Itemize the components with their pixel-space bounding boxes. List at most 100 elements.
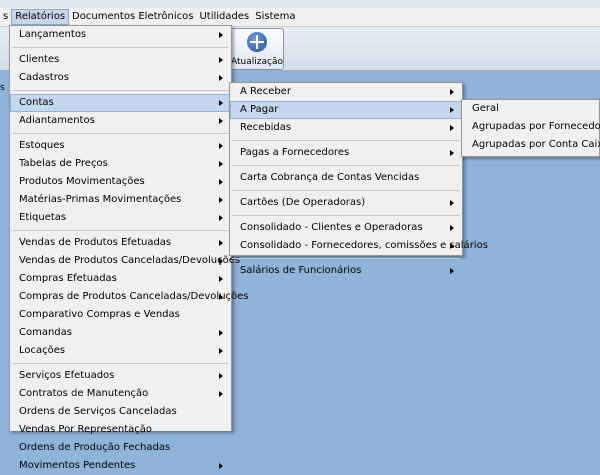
menu-item-label: A Pagar: [240, 104, 279, 115]
menu-item-compras-efetuadas[interactable]: Compras Efetuadas: [10, 270, 231, 288]
menu-item-label: Etiquetas: [19, 212, 67, 223]
menu-item-sistema[interactable]: Sistema: [252, 9, 298, 25]
contas-submenu: A Receber A Pagar Recebidas Pagas a Forn…: [229, 82, 488, 276]
menu-separator: [12, 133, 229, 134]
menu-item-label: Estoques: [19, 140, 65, 151]
update-button[interactable]: Atualização: [230, 28, 284, 70]
menu-item-label: Comandas: [19, 327, 72, 338]
submenu-arrow-icon: [450, 107, 454, 113]
menu-separator: [12, 363, 229, 364]
menu-item-agrupadas-fornecedor[interactable]: Agrupadas por Fornecedor: [462, 118, 600, 136]
menu-item-ordens-producao-fechadas[interactable]: Ordens de Produção Fechadas: [10, 439, 231, 457]
menu-item-contas[interactable]: Contas: [10, 94, 231, 112]
menu-item-label: A Receber: [240, 86, 291, 97]
menu-item-label: Adiantamentos: [19, 115, 95, 126]
menu-item-label: Ordens de Produção Fechadas: [19, 442, 171, 453]
menu-item-materias-primas-movimentacoes[interactable]: Matérias-Primas Movimentações: [10, 191, 231, 209]
menu-item-consolidado-clientes[interactable]: Consolidado - Clientes e Operadoras: [230, 219, 462, 237]
submenu-arrow-icon: [219, 100, 223, 106]
menu-separator: [232, 258, 460, 259]
menu-item-label: Salários de Funcionários: [240, 265, 362, 276]
menu-item-estoques[interactable]: Estoques: [10, 137, 231, 155]
menu-item-label: Agrupadas por Conta Caixa: [472, 139, 600, 150]
menu-item-clientes[interactable]: Clientes: [10, 51, 231, 69]
title-strip: [0, 0, 600, 8]
menu-item-label: Clientes: [19, 54, 60, 65]
menu-item-label: Compras Efetuadas: [19, 273, 117, 284]
menu-item-label: Tabelas de Preços: [19, 158, 108, 169]
submenu-arrow-icon: [450, 125, 454, 131]
submenu-arrow-icon: [219, 75, 223, 81]
menu-item-label: Locações: [19, 345, 66, 356]
submenu-arrow-icon: [219, 276, 223, 282]
menu-item-a-receber[interactable]: A Receber: [230, 83, 462, 101]
menu-item-label: Compras de Produtos Canceladas/Devoluçõe…: [19, 291, 249, 302]
menu-item-label: Cartões (De Operadoras): [240, 197, 366, 208]
submenu-arrow-icon: [219, 348, 223, 354]
menu-item-carta-cobranca[interactable]: Carta Cobrança de Contas Vencidas: [230, 169, 462, 187]
menu-item-partial[interactable]: s: [0, 9, 11, 25]
menu-item-cadastros[interactable]: Cadastros: [10, 69, 231, 87]
menu-item-label: Recebidas: [240, 122, 292, 133]
menu-item-agrupadas-conta-caixa[interactable]: Agrupadas por Conta Caixa: [462, 136, 600, 154]
menu-item-label: Serviços Efetuados: [19, 370, 115, 381]
submenu-arrow-icon: [219, 463, 223, 469]
menu-item-vendas-por-representacao[interactable]: Vendas Por Representação: [10, 421, 231, 439]
menu-item-comparativo[interactable]: Comparativo Compras e Vendas: [10, 306, 231, 324]
menu-item-utilidades[interactable]: Utilidades: [196, 9, 252, 25]
menu-item-cartoes[interactable]: Cartões (De Operadoras): [230, 194, 462, 212]
menu-separator: [12, 47, 229, 48]
update-icon: [247, 32, 267, 52]
menu-item-comandas[interactable]: Comandas: [10, 324, 231, 342]
submenu-arrow-icon: [219, 330, 223, 336]
menu-item-recebidas[interactable]: Recebidas: [230, 119, 462, 137]
menu-item-label: Lançamentos: [19, 29, 87, 40]
menu-item-adiantamentos[interactable]: Adiantamentos: [10, 112, 231, 130]
menu-item-pagas-fornecedores[interactable]: Pagas a Fornecedores: [230, 144, 462, 162]
menu-item-label: Consolidado - Clientes e Operadoras: [240, 222, 423, 233]
menu-item-label: Vendas de Produtos Efetuadas: [19, 237, 172, 248]
submenu-arrow-icon: [219, 373, 223, 379]
submenu-arrow-icon: [450, 225, 454, 231]
menu-item-a-pagar[interactable]: A Pagar: [230, 101, 462, 119]
submenu-arrow-icon: [450, 200, 454, 206]
menu-item-label: Contas: [19, 97, 54, 108]
menu-item-movimentos-pendentes[interactable]: Movimentos Pendentes: [10, 457, 231, 475]
menu-item-salarios[interactable]: Salários de Funcionários: [230, 262, 462, 280]
menu-item-locacoes[interactable]: Locações: [10, 342, 231, 360]
menu-item-servicos-efetuados[interactable]: Serviços Efetuados: [10, 367, 231, 385]
menu-item-relatorios[interactable]: Relatórios: [11, 9, 70, 25]
menu-item-tabelas-de-precos[interactable]: Tabelas de Preços: [10, 155, 231, 173]
submenu-arrow-icon: [219, 161, 223, 167]
submenu-arrow-icon: [219, 179, 223, 185]
submenu-arrow-icon: [219, 294, 223, 300]
menu-item-ordens-servicos-canceladas[interactable]: Ordens de Serviços Canceladas: [10, 403, 231, 421]
submenu-arrow-icon: [219, 258, 223, 264]
menu-separator: [232, 140, 460, 141]
menu-item-label: Agrupadas por Fornecedor: [472, 121, 600, 132]
menu-item-label: Geral: [472, 103, 499, 114]
menu-item-etiquetas[interactable]: Etiquetas: [10, 209, 231, 227]
toolbar-partial-label: s: [0, 83, 5, 93]
menu-item-produtos-movimentacoes[interactable]: Produtos Movimentações: [10, 173, 231, 191]
menu-item-contratos-manutencao[interactable]: Contratos de Manutenção: [10, 385, 231, 403]
menu-item-lancamentos[interactable]: Lançamentos: [10, 26, 231, 44]
submenu-arrow-icon: [450, 243, 454, 249]
submenu-arrow-icon: [219, 118, 223, 124]
menu-item-label: Contratos de Manutenção: [19, 388, 149, 399]
submenu-arrow-icon: [450, 150, 454, 156]
menu-item-label: Produtos Movimentações: [19, 176, 145, 187]
reports-menu: Lançamentos Clientes Cadastros Contas Ad…: [9, 25, 249, 471]
menu-item-label: Carta Cobrança de Contas Vencidas: [240, 172, 420, 183]
menu-item-documentos-eletronicos[interactable]: Documentos Eletrônicos: [69, 9, 196, 25]
menu-item-vendas-canceladas[interactable]: Vendas de Produtos Canceladas/Devoluções: [10, 252, 240, 270]
menu-item-vendas-efetuadas[interactable]: Vendas de Produtos Efetuadas: [10, 234, 231, 252]
menu-item-geral[interactable]: Geral: [462, 100, 599, 118]
menu-item-label: Movimentos Pendentes: [19, 460, 136, 471]
menu-separator: [12, 90, 229, 91]
submenu-arrow-icon: [219, 143, 223, 149]
submenu-arrow-icon: [219, 240, 223, 246]
menu-item-consolidado-fornecedores[interactable]: Consolidado - Fornecedores, comissões e …: [230, 237, 488, 255]
menu-separator: [232, 165, 460, 166]
menu-item-compras-canceladas[interactable]: Compras de Produtos Canceladas/Devoluçõe…: [10, 288, 249, 306]
